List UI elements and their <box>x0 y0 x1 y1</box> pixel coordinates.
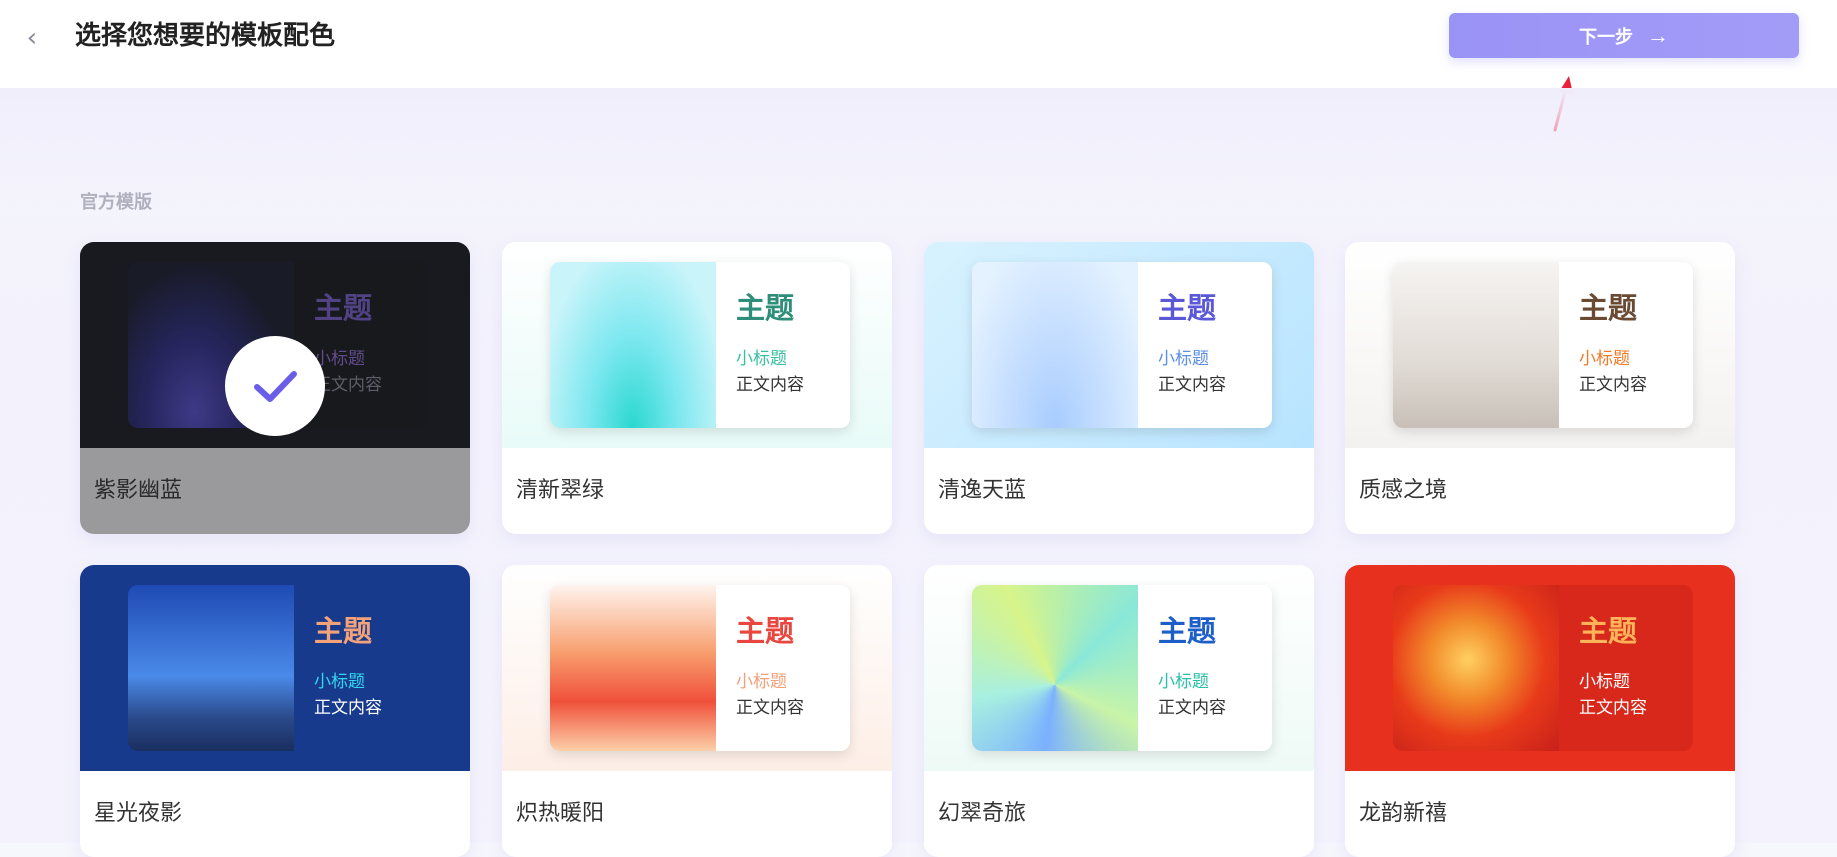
template-preview: 主题 小标题 正文内容 <box>924 565 1314 771</box>
next-step-button[interactable]: 下一步 → <box>1449 13 1799 58</box>
slide-thumbnail: 主题 小标题 正文内容 <box>972 585 1272 751</box>
template-name: 清新翠绿 <box>516 478 605 503</box>
chevron-left-icon[interactable]: ‹ <box>20 25 44 51</box>
slide-subtitle: 小标题 <box>1579 349 1630 369</box>
slide-title: 主题 <box>1579 291 1638 325</box>
template-card-dragon[interactable]: 主题 小标题 正文内容 龙韵新禧 <box>1345 565 1735 857</box>
slide-image <box>1393 585 1559 751</box>
next-step-label: 下一步 <box>1579 26 1633 47</box>
template-preview: 主题 小标题 正文内容 <box>1345 565 1735 771</box>
slide-image <box>550 585 716 751</box>
slide-thumbnail: 主题 小标题 正文内容 <box>550 585 850 751</box>
slide-subtitle: 小标题 <box>1158 672 1209 692</box>
slide-subtitle: 小标题 <box>736 349 787 369</box>
section-label: 官方模版 <box>80 192 152 213</box>
slide-subtitle: 小标题 <box>1158 349 1209 369</box>
slide-body: 正文内容 <box>1158 698 1226 718</box>
slide-subtitle: 小标题 <box>314 672 365 692</box>
slide-title: 主题 <box>1158 291 1217 325</box>
slide-thumbnail: 主题 小标题 正文内容 <box>972 262 1272 428</box>
slide-thumbnail: 主题 小标题 正文内容 <box>1393 585 1693 751</box>
slide-text-panel: 主题 小标题 正文内容 <box>294 585 428 751</box>
template-name: 幻翠奇旅 <box>938 801 1027 826</box>
slide-thumbnail: 主题 小标题 正文内容 <box>550 262 850 428</box>
template-card-purple[interactable]: 主题 小标题 正文内容 紫影幽蓝 <box>80 242 470 534</box>
template-preview: 主题 小标题 正文内容 <box>502 242 892 448</box>
template-card-night[interactable]: 主题 小标题 正文内容 星光夜影 <box>80 565 470 857</box>
slide-text-panel: 主题 小标题 正文内容 <box>1138 262 1272 428</box>
slide-text-panel: 主题 小标题 正文内容 <box>1559 262 1693 428</box>
slide-image <box>972 585 1138 751</box>
slide-body: 正文内容 <box>1579 375 1647 395</box>
slide-body: 正文内容 <box>736 698 804 718</box>
template-name: 星光夜影 <box>94 801 183 826</box>
slide-text-panel: 主题 小标题 正文内容 <box>716 585 850 751</box>
selected-check-icon <box>225 336 325 436</box>
slide-title: 主题 <box>1158 614 1217 648</box>
template-card-texture[interactable]: 主题 小标题 正文内容 质感之境 <box>1345 242 1735 534</box>
header-background <box>0 88 1837 208</box>
template-card-warm-sun[interactable]: 主题 小标题 正文内容 炽热暖阳 <box>502 565 892 857</box>
slide-image <box>1393 262 1559 428</box>
template-card-green[interactable]: 主题 小标题 正文内容 清新翠绿 <box>502 242 892 534</box>
template-name: 质感之境 <box>1359 478 1448 503</box>
slide-title: 主题 <box>1579 614 1638 648</box>
template-preview: 主题 小标题 正文内容 <box>924 242 1314 448</box>
slide-image <box>128 585 294 751</box>
slide-body: 正文内容 <box>736 375 804 395</box>
template-name: 清逸天蓝 <box>938 478 1027 503</box>
slide-thumbnail: 主题 小标题 正文内容 <box>128 585 428 751</box>
slide-text-panel: 主题 小标题 正文内容 <box>1138 585 1272 751</box>
slide-thumbnail: 主题 小标题 正文内容 <box>1393 262 1693 428</box>
slide-text-panel: 主题 小标题 正文内容 <box>716 262 850 428</box>
template-preview: 主题 小标题 正文内容 <box>502 565 892 771</box>
slide-body: 正文内容 <box>314 698 382 718</box>
slide-subtitle: 小标题 <box>736 672 787 692</box>
slide-title: 主题 <box>736 291 795 325</box>
arrow-right-icon: → <box>1647 22 1669 48</box>
slide-subtitle: 小标题 <box>1579 672 1630 692</box>
template-preview: 主题 小标题 正文内容 <box>1345 242 1735 448</box>
slide-image <box>972 262 1138 428</box>
slide-body: 正文内容 <box>1158 375 1226 395</box>
template-preview: 主题 小标题 正文内容 <box>80 565 470 771</box>
template-name: 龙韵新禧 <box>1359 801 1448 826</box>
slide-text-panel: 主题 小标题 正文内容 <box>1559 585 1693 751</box>
page-title: 选择您想要的模板配色 <box>75 21 336 51</box>
slide-image <box>550 262 716 428</box>
slide-title: 主题 <box>736 614 795 648</box>
template-card-sky-blue[interactable]: 主题 小标题 正文内容 清逸天蓝 <box>924 242 1314 534</box>
slide-title: 主题 <box>314 614 373 648</box>
slide-body: 正文内容 <box>1579 698 1647 718</box>
template-name: 炽热暖阳 <box>516 801 605 826</box>
template-card-emerald[interactable]: 主题 小标题 正文内容 幻翠奇旅 <box>924 565 1314 857</box>
